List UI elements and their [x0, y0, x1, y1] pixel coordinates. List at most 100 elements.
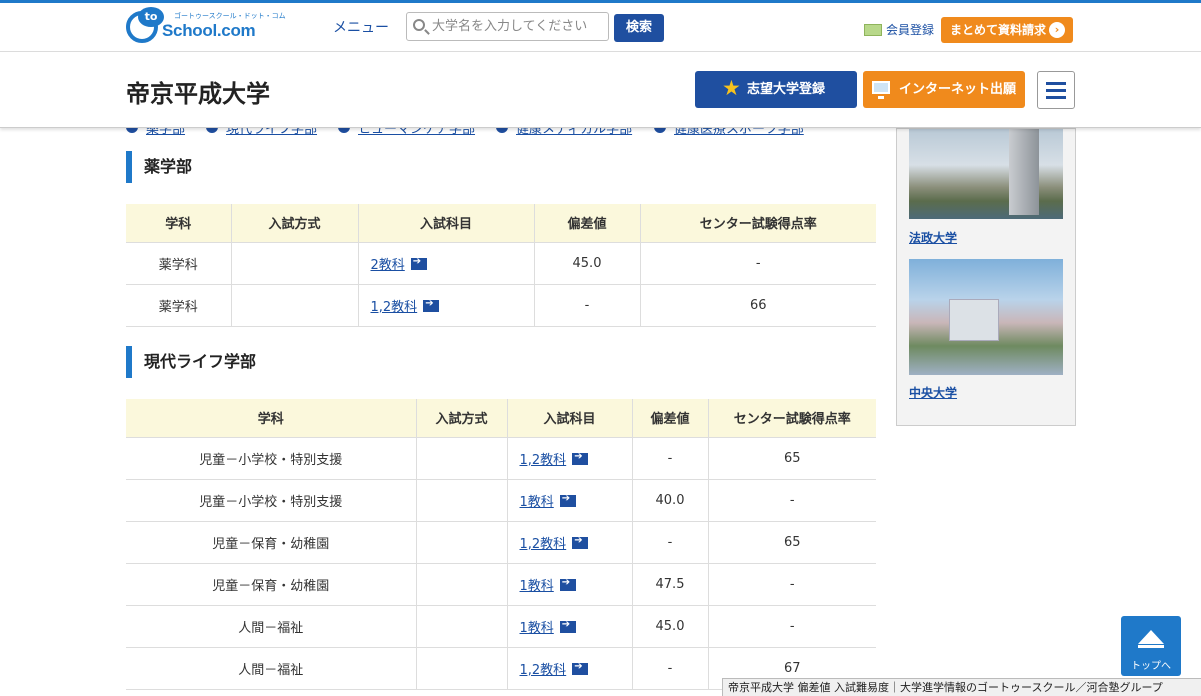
subjects-link[interactable]: 1,2教科	[371, 300, 418, 315]
member-register-link[interactable]: 会員登録	[864, 21, 934, 38]
method-cell	[231, 241, 359, 284]
col-header: 入試方式	[231, 204, 359, 242]
section-heading-pharmacy: 薬学部	[126, 151, 526, 183]
search-button[interactable]: 検索	[614, 14, 664, 42]
site-logo[interactable]: to ゴートゥースクール・ドット・コム School.com	[126, 7, 286, 47]
center-rate-cell: -	[708, 478, 876, 521]
recommended-universities-sidebar: 法政大学 中央大学	[896, 128, 1076, 426]
arrow-up-icon	[1138, 630, 1164, 644]
deviation-cell: 40.0	[632, 478, 709, 521]
browser-status-bar: 帝京平成大学 偏差値 入試難易度｜大学進学情報のゴートゥースクール／河合塾グルー…	[722, 678, 1201, 696]
col-header: 入試科目	[358, 204, 535, 242]
internet-application-label: インターネット出願	[899, 82, 1017, 97]
subjects-link[interactable]: 1,2教科	[520, 537, 567, 552]
back-to-top-label: トップへ	[1131, 661, 1171, 672]
menu-link[interactable]: メニュー	[333, 17, 389, 37]
subjects-link[interactable]: 1教科	[520, 495, 554, 510]
table-row: 薬学科 2教科 45.0 -	[126, 241, 876, 284]
enter-arrow-icon[interactable]	[423, 298, 440, 312]
center-rate-cell: 65	[708, 436, 876, 479]
dept-cell: 人間－福祉	[126, 646, 417, 690]
subjects-cell: 1,2教科	[507, 646, 633, 690]
col-header: 入試方式	[416, 399, 508, 437]
star-icon: ★	[722, 76, 741, 100]
logo-subtitle: ゴートゥースクール・ドット・コム	[174, 12, 286, 20]
enter-arrow-icon[interactable]	[572, 661, 589, 675]
bulk-request-button[interactable]: まとめて資料請求 ›	[941, 17, 1073, 43]
dept-cell: 児童－保育・幼稚園	[126, 562, 417, 605]
member-register-label: 会員登録	[886, 23, 935, 37]
center-rate-cell: -	[708, 562, 876, 605]
modern-life-table: 学科 入試方式 入試科目 偏差値 センター試験得点率 児童－小学校・特別支援 1…	[126, 399, 876, 690]
arrow-right-icon: ›	[1049, 22, 1065, 38]
dept-cell: 薬学科	[126, 241, 232, 284]
method-cell	[231, 283, 359, 327]
wish-register-button[interactable]: ★ 志望大学登録	[695, 71, 857, 108]
sidebar-item-hosei[interactable]: 法政大学	[909, 229, 957, 246]
back-to-top-button[interactable]: トップへ	[1121, 616, 1181, 676]
dept-cell: 薬学科	[126, 283, 232, 327]
university-photo[interactable]	[909, 129, 1063, 219]
hamburger-menu-button[interactable]	[1037, 71, 1075, 109]
subjects-cell: 1教科	[507, 604, 633, 647]
enter-arrow-icon[interactable]	[572, 451, 589, 465]
deviation-cell: -	[534, 283, 641, 327]
top-header: to ゴートゥースクール・ドット・コム School.com メニュー 検索 会…	[0, 0, 1201, 52]
deviation-cell: -	[632, 436, 709, 479]
col-header: センター試験得点率	[640, 204, 876, 242]
subjects-cell: 1,2教科	[507, 520, 633, 563]
search-icon	[413, 19, 425, 31]
university-title-bar: 帝京平成大学 ★ 志望大学登録 インターネット出願	[0, 52, 1201, 128]
table-row: 児童－小学校・特別支援 1教科 40.0 -	[126, 478, 876, 521]
enter-arrow-icon[interactable]	[559, 619, 576, 633]
sidebar-item-chuo[interactable]: 中央大学	[909, 384, 957, 401]
subjects-cell: 1,2教科	[507, 436, 633, 479]
table-row: 児童－小学校・特別支援 1,2教科 - 65	[126, 436, 876, 479]
page-title: 帝京平成大学	[126, 80, 270, 108]
search-input[interactable]	[432, 16, 604, 37]
subjects-link[interactable]: 1教科	[520, 579, 554, 594]
method-cell	[416, 562, 508, 605]
deviation-cell: 45.0	[534, 241, 641, 284]
col-header: 偏差値	[534, 204, 641, 242]
col-header: 入試科目	[507, 399, 633, 437]
method-cell	[416, 478, 508, 521]
subjects-link[interactable]: 2教科	[371, 258, 405, 273]
subjects-cell: 1,2教科	[358, 283, 535, 327]
method-cell	[416, 646, 508, 690]
table-row: 児童－保育・幼稚園 1,2教科 - 65	[126, 520, 876, 563]
table-row: 児童－保育・幼稚園 1教科 47.5 -	[126, 562, 876, 605]
enter-arrow-icon[interactable]	[572, 535, 589, 549]
col-header: 偏差値	[632, 399, 709, 437]
menu-icon-line	[1046, 82, 1066, 85]
deviation-cell: -	[632, 520, 709, 563]
center-rate-cell: 66	[640, 283, 876, 327]
col-header: 学科	[126, 204, 232, 242]
logo-text: School.com	[162, 21, 256, 40]
table-header-row: 学科 入試方式 入試科目 偏差値 センター試験得点率	[126, 204, 876, 242]
method-cell	[416, 436, 508, 479]
method-cell	[416, 520, 508, 563]
subjects-cell: 1教科	[507, 478, 633, 521]
section-heading-modern-life: 現代ライフ学部	[126, 346, 526, 378]
subjects-cell: 1教科	[507, 562, 633, 605]
computer-icon	[872, 81, 890, 99]
enter-arrow-icon[interactable]	[559, 577, 576, 591]
pharmacy-table: 学科 入試方式 入試科目 偏差値 センター試験得点率 薬学科 2教科 45.0 …	[126, 204, 876, 327]
dept-cell: 児童－保育・幼稚園	[126, 520, 417, 563]
university-photo[interactable]	[909, 259, 1063, 375]
internet-application-button[interactable]: インターネット出願	[863, 71, 1025, 108]
subjects-link[interactable]: 1,2教科	[520, 453, 567, 468]
subjects-link[interactable]: 1教科	[520, 621, 554, 636]
enter-arrow-icon[interactable]	[559, 493, 576, 507]
table-header-row: 学科 入試方式 入試科目 偏差値 センター試験得点率	[126, 399, 876, 437]
subjects-link[interactable]: 1,2教科	[520, 663, 567, 678]
col-header: 学科	[126, 399, 417, 437]
arrow-up-bar	[1138, 645, 1164, 648]
subjects-cell: 2教科	[358, 241, 535, 284]
dept-cell: 児童－小学校・特別支援	[126, 436, 417, 479]
enter-arrow-icon[interactable]	[410, 256, 427, 270]
center-rate-cell: -	[640, 241, 876, 284]
wish-register-label: 志望大学登録	[747, 82, 826, 97]
method-cell	[416, 604, 508, 647]
